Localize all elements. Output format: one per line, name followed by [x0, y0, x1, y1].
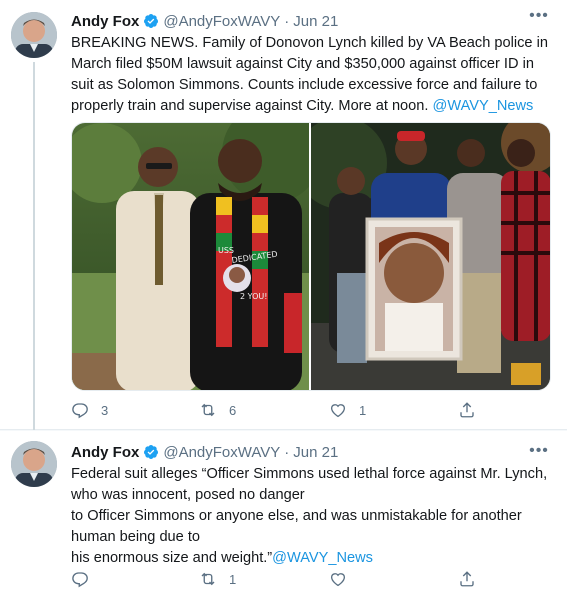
tweet-text: BREAKING NEWS. Family of Donovon Lynch k… [71, 33, 557, 117]
more-options-icon[interactable]: ••• [527, 8, 551, 30]
tweet-actions: 1 [71, 570, 511, 592]
photo-family[interactable] [311, 123, 550, 390]
tweet-text-line: BREAKING NEWS. Family of Donovon Lynch k… [71, 35, 548, 51]
like-count: 1 [359, 402, 367, 418]
tweet-text-line: to Officer Simmons or anyone else, and w… [71, 508, 522, 524]
media-grid: USS DEDICATED 2 YOU! [71, 122, 551, 391]
tweet-text-line: properly train and supervise against Cit… [71, 98, 429, 114]
author-name[interactable]: Andy Fox [71, 444, 139, 461]
retweet-button[interactable]: 6 [199, 401, 236, 419]
reply-button[interactable] [71, 570, 101, 588]
tweet-text-line: suit as Solomon Simmons. Counts include … [71, 77, 538, 93]
mention-link[interactable]: @WAVY_News [433, 98, 534, 114]
stole-text: USS [218, 246, 234, 255]
tweet-text-line: his enormous size and weight.” [71, 550, 273, 566]
retweet-icon [201, 403, 215, 417]
heart-icon [330, 573, 346, 587]
retweet-button[interactable]: 1 [199, 570, 236, 588]
tweet-text-line: who was innocent, posed no danger [71, 487, 305, 503]
author-avatar[interactable] [11, 441, 57, 487]
author-avatar[interactable] [11, 12, 57, 58]
tweet-text-line: human being due to [71, 529, 201, 545]
tweet-text-line: March filed $50M lawsuit against City an… [71, 56, 534, 72]
tweet-date[interactable]: Jun 21 [293, 444, 338, 461]
more-options-icon[interactable]: ••• [527, 443, 551, 465]
tweet-actions: 3 6 1 [71, 401, 511, 423]
separator-dot: · [284, 443, 290, 461]
tweet-text-line: Federal suit alleges “Officer Simmons us… [71, 466, 548, 482]
like-button[interactable] [329, 570, 359, 588]
like-button[interactable]: 1 [329, 401, 366, 419]
tweet[interactable]: Andy Fox @AndyFoxWAVY · Jun 21 ••• BREAK… [0, 0, 567, 430]
share-button[interactable] [458, 570, 476, 588]
tweet-text-line-final: properly train and supervise against Cit… [71, 96, 557, 117]
reply-button[interactable]: 3 [71, 401, 108, 419]
verified-badge-icon [143, 13, 159, 29]
reply-icon [72, 572, 88, 588]
mention-link[interactable]: @WAVY_News [272, 550, 373, 566]
tweet[interactable]: Andy Fox @AndyFoxWAVY · Jun 21 ••• Feder… [0, 431, 567, 600]
heart-icon [330, 404, 346, 418]
author-handle[interactable]: @AndyFoxWAVY [163, 13, 280, 30]
share-button[interactable] [458, 401, 476, 419]
retweet-count: 1 [229, 571, 237, 587]
reply-count: 3 [101, 402, 109, 418]
author-name[interactable]: Andy Fox [71, 13, 139, 30]
retweet-count: 6 [229, 402, 237, 418]
verified-badge-icon [143, 444, 159, 460]
tweet-header: Andy Fox @AndyFoxWAVY · Jun 21 [71, 442, 338, 462]
retweet-icon [201, 572, 215, 586]
tweet-header: Andy Fox @AndyFoxWAVY · Jun 21 [71, 11, 338, 31]
separator-dot: · [284, 12, 290, 30]
share-icon [460, 571, 474, 587]
thread-connector [33, 62, 35, 430]
photo-graduation[interactable]: USS DEDICATED 2 YOU! [72, 123, 309, 390]
tweet-text-line-final: his enormous size and weight.”@WAVY_News [71, 548, 557, 569]
tweet-text: Federal suit alleges “Officer Simmons us… [71, 464, 557, 569]
tweet-date[interactable]: Jun 21 [293, 13, 338, 30]
author-handle[interactable]: @AndyFoxWAVY [163, 444, 280, 461]
stole-text: 2 YOU! [240, 292, 267, 301]
share-icon [460, 402, 474, 418]
reply-icon [72, 403, 88, 419]
